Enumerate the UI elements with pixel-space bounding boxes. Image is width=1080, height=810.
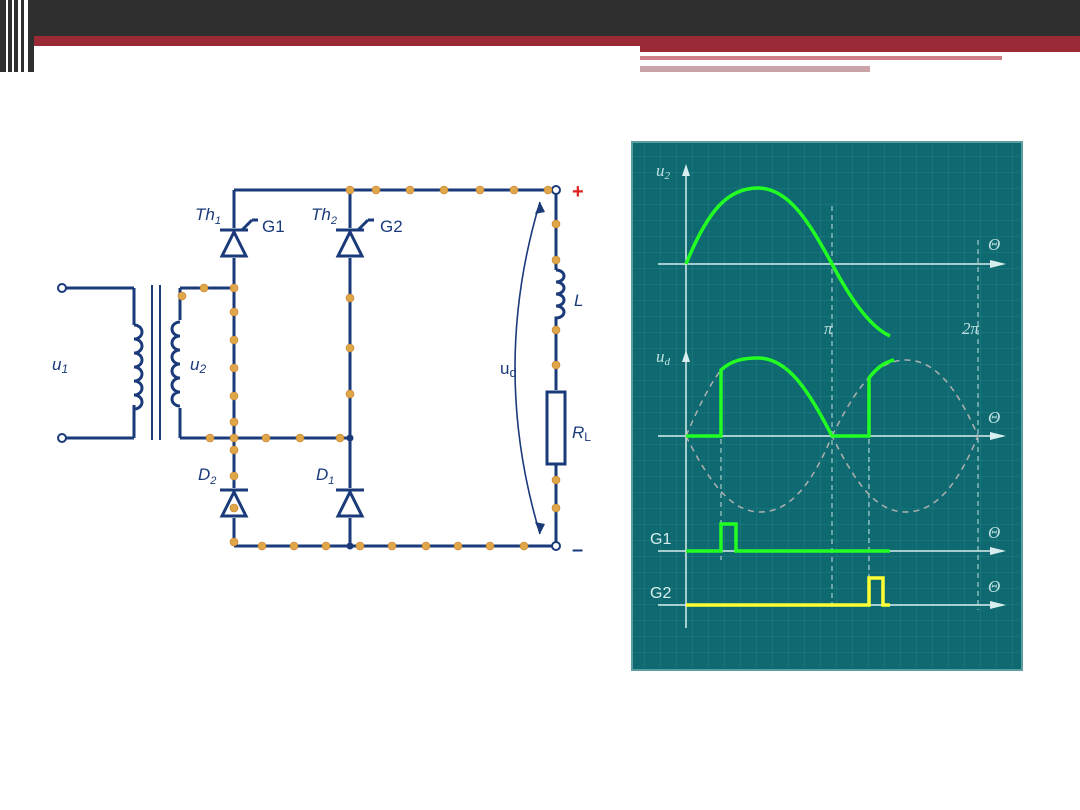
diode-d2-icon xyxy=(219,488,249,518)
thyristor-th1-icon xyxy=(219,218,258,258)
d1-label: D1 xyxy=(316,465,334,487)
two-pi-label: 2π xyxy=(962,319,980,338)
primary-coil-icon xyxy=(133,323,144,411)
u2-label: u2 xyxy=(190,355,206,376)
rectifier-circuit: Th1 G1 Th2 G2 u1 u2 D2 D1 ud L RL + – xyxy=(52,181,591,561)
g1-label: G1 xyxy=(262,217,285,236)
voltage-arrow-icon xyxy=(514,201,541,535)
oscilloscope-panel: u2 ud G1 G2 Θ Θ Θ Θ π 2π xyxy=(631,141,1023,671)
pi-label: π xyxy=(824,319,833,338)
osc-g1-label: G1 xyxy=(650,531,671,548)
minus-label: – xyxy=(572,539,583,561)
secondary-coil-icon xyxy=(170,320,181,408)
title-bar xyxy=(0,0,1080,36)
resistor-icon xyxy=(545,390,567,466)
ud-label: ud xyxy=(500,359,517,380)
thyristor-th2-icon xyxy=(335,218,374,258)
theta-label-2: Θ xyxy=(988,408,1000,427)
plus-label: + xyxy=(572,181,584,203)
corner-ornament xyxy=(0,0,34,72)
l-label: L xyxy=(574,291,583,310)
d2-label: D2 xyxy=(198,465,216,487)
g2-label: G2 xyxy=(380,217,403,236)
inductor-icon xyxy=(554,268,566,320)
theta-label-1: Θ xyxy=(988,235,1000,254)
accent-line-separator xyxy=(640,60,1060,62)
diode-d1-icon xyxy=(335,488,365,518)
rl-label: RL xyxy=(572,423,591,444)
accent-line-lower xyxy=(640,66,870,72)
accent-band-highlight xyxy=(0,46,640,54)
th2-label: Th2 xyxy=(311,205,337,227)
theta-label-4: Θ xyxy=(988,577,1000,596)
u1-label: u1 xyxy=(52,355,68,376)
th1-label: Th1 xyxy=(195,205,221,227)
theta-label-3: Θ xyxy=(988,523,1000,542)
osc-g2-label: G2 xyxy=(650,585,671,602)
